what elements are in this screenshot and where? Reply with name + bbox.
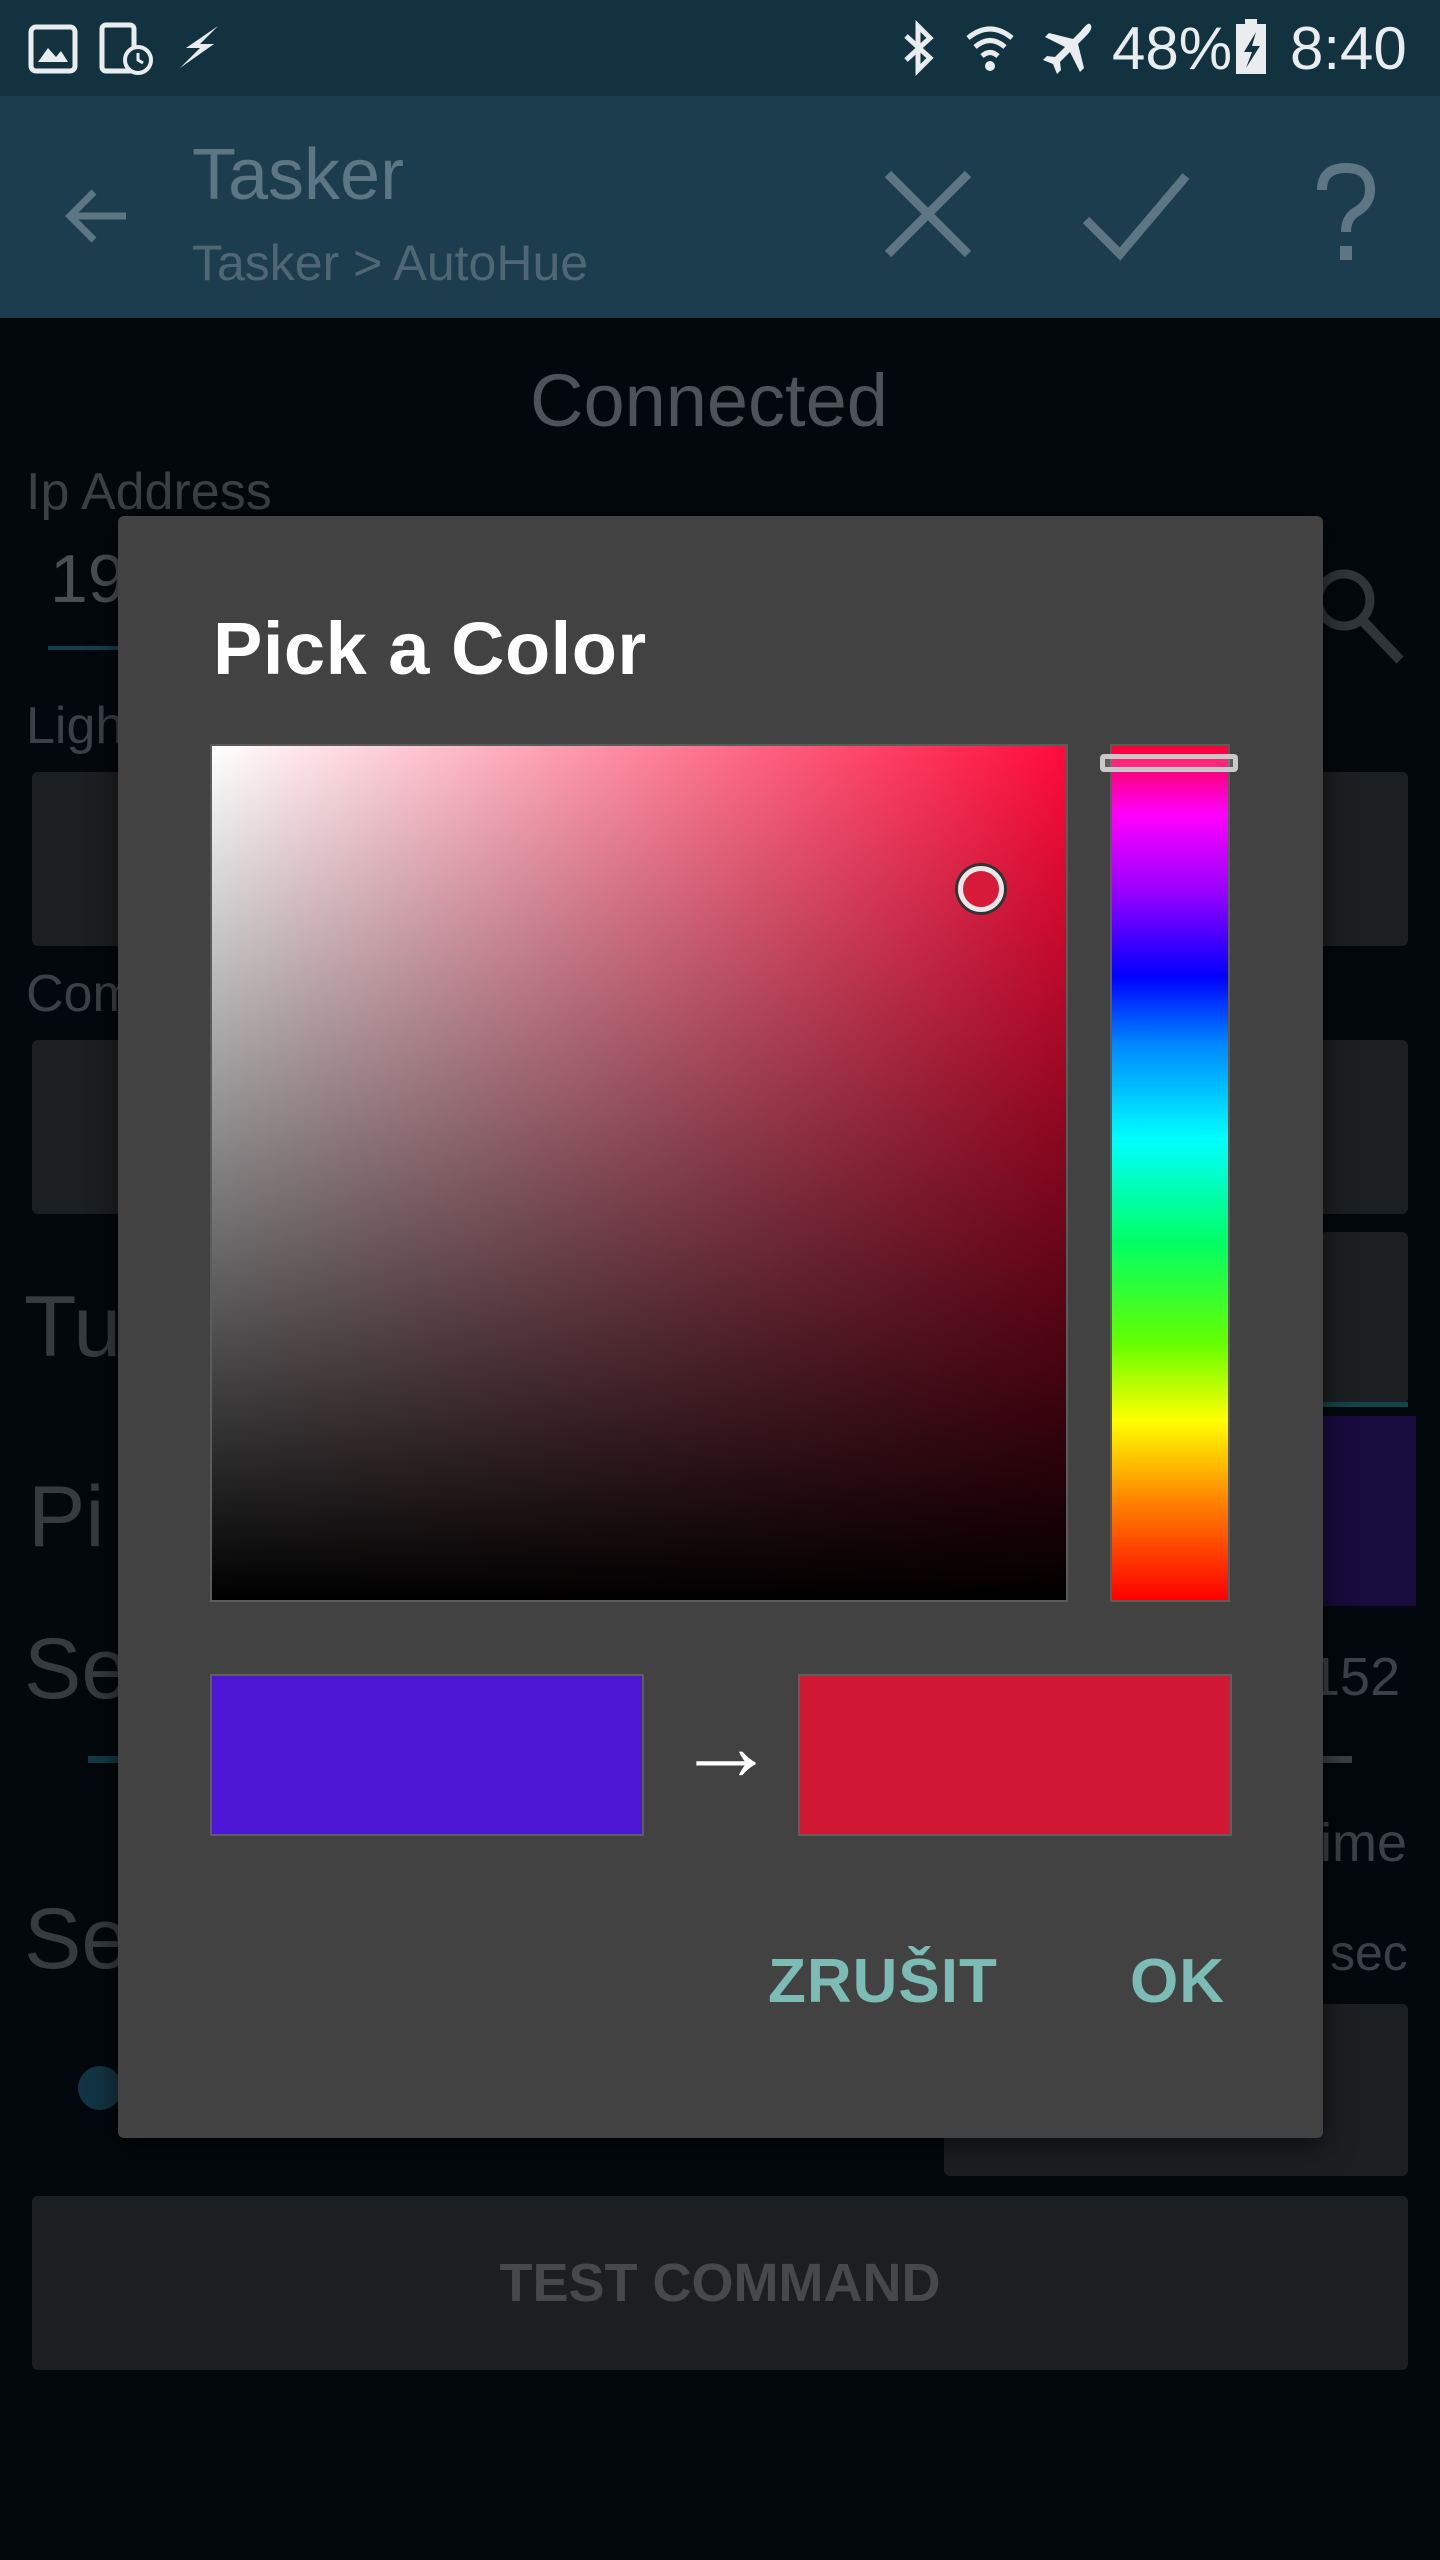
- ip-address-value[interactable]: 19: [50, 540, 126, 618]
- radio-button[interactable]: [78, 2066, 122, 2110]
- battery-charging-icon: [1236, 19, 1266, 74]
- battery-percent: 48%: [1112, 15, 1233, 82]
- current-color-preview[interactable]: [1320, 1416, 1416, 1606]
- color-picker-dialog: Pick a Color → ZRUŠIT OK: [118, 516, 1323, 2138]
- saturation-value-square[interactable]: [210, 744, 1068, 1602]
- toolbar-subtitle: Tasker > AutoHue: [192, 235, 589, 291]
- clock: 8:40: [1290, 15, 1407, 82]
- dialog-title: Pick a Color: [213, 607, 647, 690]
- setting-label-2: Se: [24, 1891, 130, 1987]
- sec-label: sec: [1330, 1925, 1408, 1981]
- toolbar-title: Tasker: [192, 135, 405, 215]
- help-icon[interactable]: [1316, 162, 1376, 266]
- gallery-icon: [28, 24, 78, 74]
- airplane-mode-icon: [1043, 23, 1092, 74]
- ip-address-label: Ip Address: [26, 463, 272, 521]
- screenshot-timer-icon: [99, 22, 153, 75]
- search-icon[interactable]: [1320, 540, 1416, 676]
- new-color-swatch: [798, 1674, 1232, 1836]
- ip-underline: [48, 646, 118, 650]
- flash-icon: [180, 26, 218, 68]
- check-icon[interactable]: [1082, 166, 1190, 262]
- test-command-label: TEST COMMAND: [499, 2253, 941, 2313]
- turn-toggle[interactable]: [1320, 1232, 1408, 1404]
- cancel-button[interactable]: ZRUŠIT: [768, 1946, 998, 2017]
- arrow-icon: →: [676, 1690, 776, 1802]
- toolbar: Tasker Tasker > AutoHue: [0, 96, 1440, 318]
- sv-cursor[interactable]: [958, 866, 1004, 912]
- brightness-value: 152: [1310, 1647, 1401, 1707]
- setting-label-1: Se: [24, 1621, 130, 1717]
- old-color-swatch: [210, 1674, 644, 1836]
- bluetooth-icon: [904, 20, 934, 76]
- back-arrow-icon[interactable]: [60, 180, 132, 252]
- test-command-button[interactable]: TEST COMMAND: [32, 2196, 1408, 2370]
- hue-cursor[interactable]: [1100, 754, 1238, 772]
- status-bar: 48% 8:40: [0, 0, 1440, 96]
- connection-status: Connected: [530, 359, 888, 442]
- wifi-icon: [966, 26, 1014, 71]
- ok-button[interactable]: OK: [1130, 1946, 1225, 2017]
- time-label: ime: [1320, 1813, 1408, 1873]
- hue-slider[interactable]: [1110, 744, 1230, 1602]
- lights-label: Ligh: [26, 697, 125, 755]
- close-icon[interactable]: [880, 166, 976, 262]
- turn-underline: [1320, 1402, 1408, 1407]
- pick-color-label: Pi: [28, 1469, 105, 1565]
- turn-label: Tu: [24, 1279, 122, 1375]
- slider-track-right: [1322, 1756, 1352, 1763]
